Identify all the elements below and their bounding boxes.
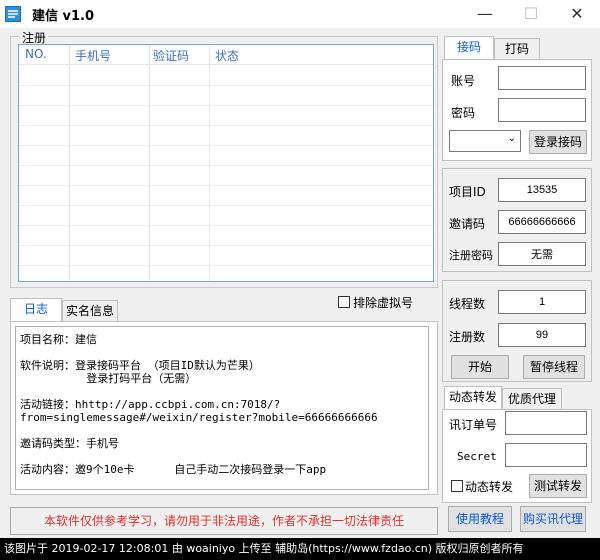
forward-panel: 讯订单号 Secret 动态转发 测试转发 xyxy=(442,409,592,503)
list-header: NO. 手机号 验证码 状态 xyxy=(19,45,433,65)
tab-receive-code[interactable]: 接码 xyxy=(444,36,494,60)
pause-threads-button[interactable]: 暂停线程 xyxy=(523,355,585,379)
password-label: 密码 xyxy=(451,106,476,120)
grid-line xyxy=(69,45,70,281)
log-line: 项目名称：建信 xyxy=(20,333,97,346)
register-password-label: 注册密码 xyxy=(449,249,493,262)
register-password-input[interactable] xyxy=(498,242,586,266)
tab-captcha[interactable]: 打码 xyxy=(494,38,540,60)
dynamic-forward-checkbox[interactable] xyxy=(451,480,463,492)
account-input[interactable] xyxy=(498,66,586,90)
minimize-button[interactable]: — xyxy=(462,0,508,28)
log-line: 软件说明：登录接码平台 （项目ID默认为芒果） xyxy=(20,359,260,372)
account-label: 账号 xyxy=(451,74,476,88)
column-no[interactable]: NO. xyxy=(25,47,47,61)
secret-label: Secret xyxy=(457,450,497,463)
column-code[interactable]: 验证码 xyxy=(153,47,189,64)
log-line: 活动内容：邀9个10e卡 自己手动二次接码登录一下app xyxy=(20,463,327,476)
disclaimer-text: 本软件仅供参考学习，请勿用于非法用途，作者不承担一切法律责任 xyxy=(43,514,404,528)
tab-log[interactable]: 日志 xyxy=(10,298,62,322)
chevron-down-icon: ⌄ xyxy=(507,133,516,144)
grid-line xyxy=(149,45,150,281)
log-line: from=singlemessage#/weixin/register?mobi… xyxy=(20,411,378,424)
login-panel: 账号 密码 ⌄ 登录接码 xyxy=(442,59,592,161)
grid-line xyxy=(209,45,210,281)
tab-realname-info[interactable]: 实名信息 xyxy=(62,300,118,322)
log-textarea[interactable]: 项目名称：建信 软件说明：登录接码平台 （项目ID默认为芒果） 登录打码平台（无… xyxy=(15,326,429,490)
project-id-label: 项目ID xyxy=(449,185,486,199)
grid-line xyxy=(19,245,433,246)
project-id-input[interactable] xyxy=(498,178,586,202)
grid-line xyxy=(19,145,433,146)
register-count-label: 注册数 xyxy=(449,330,486,344)
title-bar: 建信 v1.0 — ☐ ✕ xyxy=(0,0,600,28)
upload-watermark: 该图片于 2019-02-17 12:08:01 由 woainiyo 上传至 … xyxy=(0,538,600,560)
start-button[interactable]: 开始 xyxy=(451,355,509,379)
invite-code-input[interactable] xyxy=(498,210,586,234)
exclude-virtual-label[interactable]: 排除虚拟号 xyxy=(353,294,413,311)
order-number-label: 讯订单号 xyxy=(449,418,498,432)
password-input[interactable] xyxy=(498,98,586,122)
thread-count-label: 线程数 xyxy=(449,297,486,311)
log-panel: 项目名称：建信 软件说明：登录接码平台 （项目ID默认为芒果） 登录打码平台（无… xyxy=(10,321,438,495)
grid-line xyxy=(19,265,433,266)
exclude-virtual-checkbox[interactable] xyxy=(338,296,350,308)
register-list[interactable]: NO. 手机号 验证码 状态 xyxy=(18,44,434,282)
disclaimer-notice: 本软件仅供参考学习，请勿用于非法用途，作者不承担一切法律责任 xyxy=(10,507,438,535)
buy-proxy-button[interactable]: 购买讯代理 xyxy=(520,506,586,532)
maximize-button[interactable]: ☐ xyxy=(508,0,554,28)
register-count-input[interactable] xyxy=(498,323,586,347)
thread-count-input[interactable] xyxy=(498,290,586,314)
grid-line xyxy=(19,205,433,206)
window-title: 建信 v1.0 xyxy=(32,9,95,24)
platform-select[interactable]: ⌄ xyxy=(449,130,521,152)
column-phone[interactable]: 手机号 xyxy=(75,47,111,64)
grid-line xyxy=(19,105,433,106)
close-button[interactable]: ✕ xyxy=(554,0,600,28)
grid-line xyxy=(19,225,433,226)
app-icon xyxy=(5,6,21,22)
grid-line xyxy=(19,165,433,166)
dynamic-forward-checkbox-label[interactable]: 动态转发 xyxy=(465,478,513,495)
login-receive-button[interactable]: 登录接码 xyxy=(529,130,587,154)
log-line: 邀请码类型：手机号 xyxy=(20,437,119,450)
grid-line xyxy=(19,85,433,86)
project-group: 项目ID 邀请码 注册密码 xyxy=(442,168,592,272)
column-status[interactable]: 状态 xyxy=(215,47,239,64)
grid-line xyxy=(19,185,433,186)
threads-group: 线程数 注册数 开始 暂停线程 xyxy=(442,280,592,382)
invite-code-label: 邀请码 xyxy=(449,217,486,231)
tutorial-button[interactable]: 使用教程 xyxy=(448,506,512,532)
order-number-input[interactable] xyxy=(505,411,587,435)
tab-premium-proxy[interactable]: 优质代理 xyxy=(502,388,562,410)
log-line: 活动链接：hhttp://app.ccbpi.com.cn:7018/? xyxy=(20,398,281,411)
secret-input[interactable] xyxy=(505,443,587,467)
grid-line xyxy=(19,125,433,126)
log-content: 项目名称：建信 软件说明：登录接码平台 （项目ID默认为芒果） 登录打码平台（无… xyxy=(20,333,378,476)
log-line: 登录打码平台（无需） xyxy=(20,372,197,385)
test-forward-button[interactable]: 测试转发 xyxy=(529,474,587,498)
tab-dynamic-forward[interactable]: 动态转发 xyxy=(444,386,502,410)
